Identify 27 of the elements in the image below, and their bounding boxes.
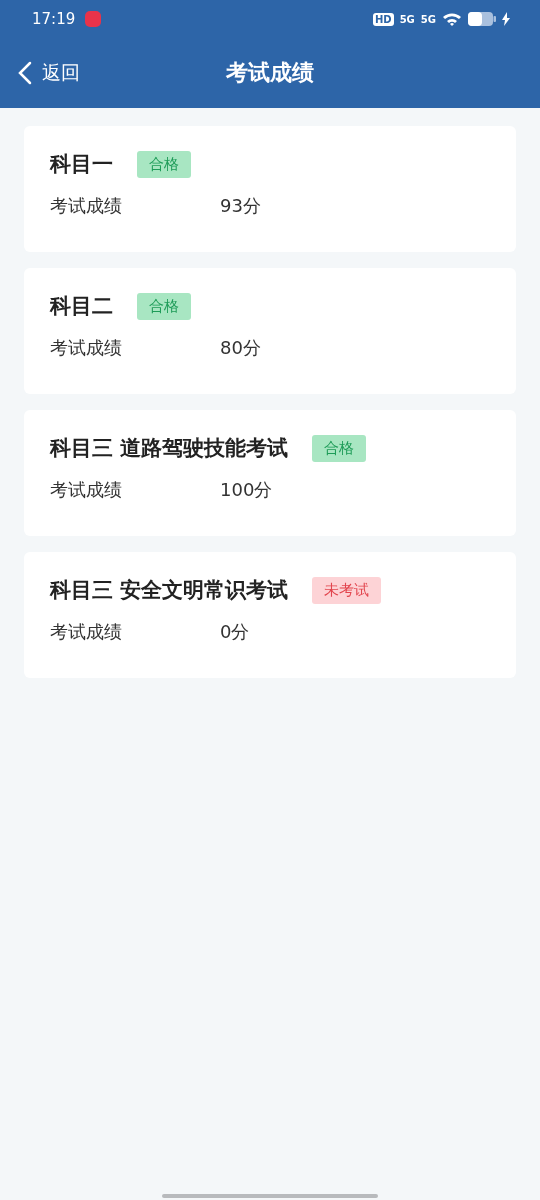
subject-title: 科目三 道路驾驶技能考试 [50,435,289,462]
score-value: 80分 [220,336,261,360]
network-label: 5G [420,13,436,25]
subject-title: 科目一 [50,151,113,178]
chevron-left-icon [18,61,32,85]
score-label: 考试成绩 [50,336,123,360]
score-value: 100分 [220,478,273,502]
subject-title: 科目三 安全文明常识考试 [50,577,289,604]
app-notification-icon [85,11,102,27]
score-value: 0分 [220,620,250,644]
page-title: 考试成绩 [226,59,314,87]
status-badge: 合格 [137,150,191,178]
status-badge: 未考试 [312,576,382,604]
score-label: 考试成绩 [50,478,123,502]
status-time: 17:19 [32,10,76,28]
wifi-icon [442,11,462,27]
subject-title: 科目二 [50,293,113,320]
battery-icon [468,12,496,26]
score-value: 93分 [220,194,261,218]
status-badge: 合格 [137,292,191,320]
hd-voice-indicator: HD [373,12,394,26]
back-button[interactable]: 返回 [0,60,80,86]
score-label: 考试成绩 [50,194,123,218]
network-label: 5G [399,13,415,25]
charging-icon [502,12,510,26]
score-label: 考试成绩 [50,620,123,644]
status-badge: 合格 [312,434,367,462]
